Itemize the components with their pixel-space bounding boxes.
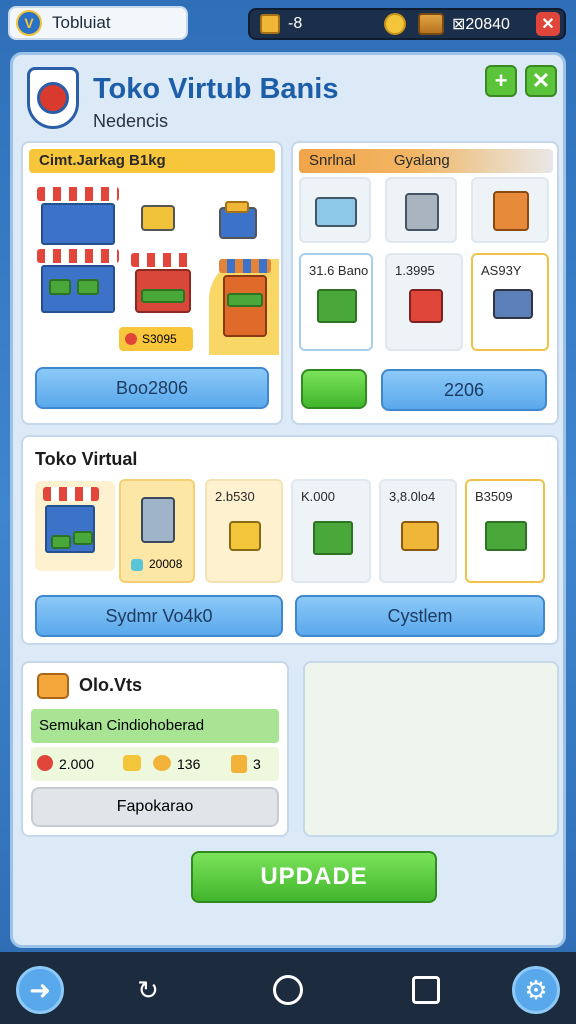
main-panel: Toko Virtub Banis Nedencis + ✕ Cimt.Jark…	[10, 52, 566, 948]
circle-icon	[273, 975, 303, 1005]
emblem-icon	[27, 67, 79, 129]
update-button[interactable]: UPDADE	[191, 851, 437, 903]
market-button[interactable]: Boo2806	[35, 367, 269, 409]
stats-banner: Semukan Cindiohoberad	[31, 709, 279, 743]
resource-chest-value: ⊠20840	[452, 16, 510, 33]
equipment-title: Snrlnal Gyalang	[299, 149, 553, 173]
resource-chest: ⊠20840	[418, 13, 510, 35]
virtual-tile[interactable]: B3509	[465, 479, 545, 583]
equipment-tile[interactable]: AS93Y	[471, 253, 549, 351]
price-value: S3095	[142, 332, 177, 346]
equipment-title-right: Gyalang	[393, 152, 450, 169]
app-badge[interactable]: V Tobluiat	[8, 6, 188, 40]
price-badge: S3095	[119, 327, 193, 351]
market-stall-icon	[37, 187, 121, 317]
resource-bar: -8 ⊠20840 ✕	[248, 8, 566, 40]
refresh-icon: ↻	[137, 974, 159, 1005]
virtual-tile[interactable]: 20008	[119, 479, 195, 583]
equipment-title-left: Snrlnal	[309, 152, 356, 169]
stat-value: 136	[177, 756, 201, 772]
key-icon	[123, 755, 141, 771]
x-icon: ✕	[531, 68, 551, 93]
briefcase-icon	[37, 673, 69, 699]
cube-icon	[131, 559, 143, 571]
header: Toko Virtub Banis Nedencis + ✕	[23, 61, 559, 141]
virtual-shop-title: Toko Virtual	[35, 449, 138, 469]
virtual-tile[interactable]: 2.b530	[205, 479, 283, 583]
equipment-panel: Snrlnal Gyalang 31.6 Bano 1.3995 AS93Y 2…	[291, 141, 559, 425]
token-icon	[231, 755, 247, 773]
gem-icon	[37, 755, 53, 771]
market-title: Cimt.Jarkag B1kg	[29, 149, 275, 173]
resource-coin	[384, 13, 406, 35]
tile-label: B3509	[475, 489, 513, 504]
stat-value: 3	[253, 756, 261, 772]
page-title: Toko Virtub Banis	[93, 73, 339, 105]
equipment-button[interactable]: 2206	[381, 369, 547, 411]
back-arrow-icon: ➜	[29, 974, 51, 1005]
app-label: Tobluiat	[52, 13, 111, 32]
square-icon	[412, 976, 440, 1004]
stats-row: 2.000 136 3	[31, 747, 279, 781]
virtual-tile[interactable]: 3,8.0lo4	[379, 479, 457, 583]
chest-icon	[418, 13, 444, 35]
nav-recents[interactable]	[402, 966, 450, 1014]
equipment-tile[interactable]	[299, 177, 371, 243]
shop-stall-icon	[35, 481, 115, 571]
stats-panel: Olo.Vts Semukan Cindiohoberad 2.000 136 …	[21, 661, 289, 837]
box-icon	[260, 14, 280, 34]
stats-button[interactable]: Fapokarao	[31, 787, 279, 827]
confirm-button[interactable]	[301, 369, 367, 409]
empty-panel	[303, 661, 559, 837]
virtual-left-button[interactable]: Sydmr Vo4k0	[35, 595, 283, 637]
gear-icon: ⚙	[524, 974, 548, 1005]
fruit-stall-icon	[131, 253, 197, 317]
bottom-nav: ➜ ↻ ⚙	[0, 952, 576, 1024]
resource-box-value: -8	[288, 15, 303, 32]
market-panel: Cimt.Jarkag B1kg S3095 Boo2806	[21, 141, 283, 425]
virtual-right-button[interactable]: Cystlem	[295, 595, 545, 637]
nav-home[interactable]	[264, 966, 312, 1014]
equipment-tile[interactable]	[471, 177, 549, 243]
top-bar: V Tobluiat -8 ⊠20840 ✕	[0, 0, 576, 48]
equipment-tile[interactable]: 31.6 Bano	[299, 253, 373, 351]
cart-icon	[141, 197, 177, 233]
virtual-tile[interactable]: K.000	[291, 479, 371, 583]
stat-value: 2.000	[59, 756, 95, 772]
basket-icon	[219, 197, 259, 241]
equipment-tile[interactable]	[385, 177, 457, 243]
plus-icon: +	[494, 68, 508, 93]
close-button[interactable]: ✕	[536, 12, 560, 36]
shield-icon: V	[16, 10, 42, 36]
add-button[interactable]: +	[485, 65, 517, 97]
coin-icon	[125, 333, 137, 345]
tile-label: 1.3995	[395, 263, 435, 278]
tile-label: 31.6 Bano	[309, 263, 369, 278]
tile-label: 3,8.0lo4	[389, 489, 436, 504]
tile-label: 20008	[149, 557, 183, 571]
resource-box: -8	[260, 14, 302, 34]
close-panel-button[interactable]: ✕	[525, 65, 557, 97]
tile-label: 2.b530	[215, 489, 255, 504]
tile-label: AS93Y	[481, 263, 522, 278]
kiosk-icon	[209, 259, 279, 355]
tile-label: K.000	[301, 489, 335, 504]
coin-icon	[384, 13, 406, 35]
back-button[interactable]: ➜	[16, 966, 64, 1014]
virtual-shop-panel: Toko Virtual 20008 2.b530 K.000 3,8.0lo4…	[21, 435, 559, 645]
stats-title: Olo.Vts	[79, 675, 143, 695]
equipment-tile[interactable]: 1.3995	[385, 253, 463, 351]
settings-button[interactable]: ⚙	[512, 966, 560, 1014]
nav-refresh[interactable]: ↻	[124, 966, 172, 1014]
coin-stack-icon	[153, 755, 171, 771]
page-subtitle: Nedencis	[93, 111, 169, 131]
close-icon: ✕	[541, 16, 555, 33]
